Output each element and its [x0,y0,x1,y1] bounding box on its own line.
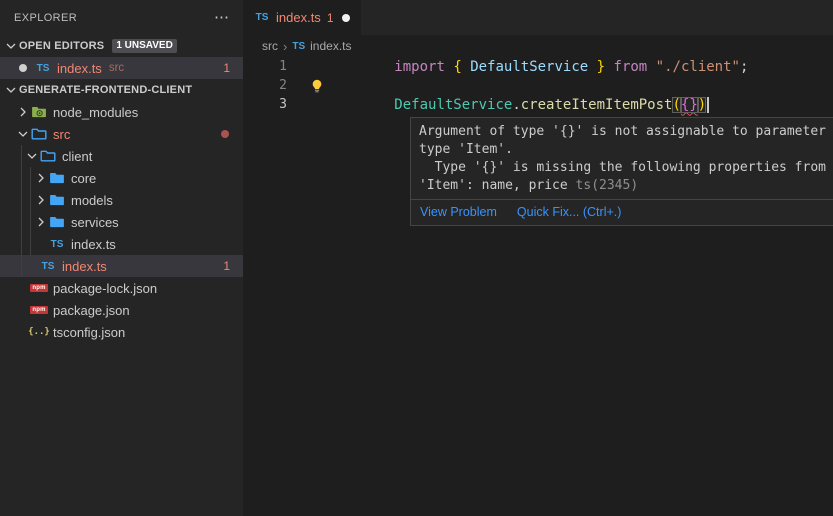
chevron-right-icon [33,192,49,208]
tab-bar: TS index.ts 1 [243,0,833,35]
chevron-down-icon [15,126,31,142]
explorer-title: EXPLORER [14,12,77,24]
open-editor-path: src [109,62,124,74]
error-message: Argument of type '{}' is not assignable … [411,118,833,199]
tree-item-node-modules[interactable]: node_modules [0,101,243,123]
tree-item-client[interactable]: client [0,145,243,167]
unsaved-dot-icon[interactable] [342,14,350,22]
tree-item-label: src [53,127,70,142]
workspace-section-header[interactable]: GENERATE-FRONTEND-CLIENT [0,79,243,101]
code-line-1: 1 import { DefaultService } from "./clie… [243,57,833,76]
modified-dot-icon[interactable] [19,64,27,72]
tree-item-label: node_modules [53,105,138,120]
tab-index-ts[interactable]: TS index.ts 1 [243,0,361,35]
error-code: ts(2345) [576,178,639,193]
tree-item-package-json[interactable]: npm package.json [0,299,243,321]
line-number: 1 [243,59,287,74]
tree-item-label: client [62,149,92,164]
open-editors-header[interactable]: OPEN EDITORS 1 UNSAVED [0,35,243,57]
text-cursor [707,97,709,113]
chevron-right-icon [33,214,49,230]
folder-icon [49,214,65,230]
tree-item-label: package-lock.json [53,281,157,296]
folder-open-icon [40,148,56,164]
quick-fix-link[interactable]: Quick Fix... (Ctrl+.) [517,205,622,219]
file-tree: node_modules src client [0,101,243,343]
folder-icon [49,170,65,186]
typescript-file-icon: TS [40,258,56,274]
tree-item-index-ts-src[interactable]: TS index.ts 1 [0,255,243,277]
npm-file-icon: npm [31,302,47,318]
node-modules-folder-icon [31,104,47,120]
typescript-file-icon: TS [35,63,51,74]
code-line-3: 3 DefaultService.createItemItemPost({}) [243,95,833,114]
error-tooltip: Argument of type '{}' is not assignable … [410,117,833,226]
sidebar-header: EXPLORER ⋯ [0,0,243,35]
json-file-icon: {..} [31,324,47,340]
typescript-file-icon: TS [49,236,65,252]
tooltip-actions: View Problem Quick Fix... (Ctrl+.) [411,199,833,225]
tree-item-models[interactable]: models [0,189,243,211]
indent-guide [30,167,31,255]
chevron-right-icon [15,104,31,120]
line-number-active: 3 [243,97,287,112]
chevron-down-icon [3,82,19,98]
line-number: 2 [243,78,287,93]
unsaved-badge: 1 UNSAVED [112,39,177,53]
breadcrumb-separator-icon: › [283,39,287,54]
view-problem-link[interactable]: View Problem [420,205,497,219]
typescript-file-icon: TS [292,41,305,52]
tree-item-label: index.ts [62,259,107,274]
error-count-badge: 1 [223,259,230,273]
tab-label: index.ts [276,10,321,25]
tree-item-label: tsconfig.json [53,325,125,340]
error-count-badge: 1 [223,61,230,75]
indent-guide [21,145,22,277]
more-actions-icon[interactable]: ⋯ [214,10,229,25]
folder-error-dot [221,130,229,138]
tree-item-services[interactable]: services [0,211,243,233]
folder-icon [49,192,65,208]
workspace-name: GENERATE-FRONTEND-CLIENT [19,84,192,96]
tree-item-tsconfig-json[interactable]: {..} tsconfig.json [0,321,243,343]
tree-item-core[interactable]: core [0,167,243,189]
open-editor-item-index-ts[interactable]: TS index.ts src 1 [0,57,243,79]
error-squiggle: {} [681,97,698,113]
editor-area: TS index.ts 1 src › TS index.ts 1 import… [243,0,833,516]
tree-item-index-ts-client[interactable]: TS index.ts [0,233,243,255]
vscode-window: EXPLORER ⋯ OPEN EDITORS 1 UNSAVED TS ind… [0,0,833,516]
tab-error-count: 1 [327,11,334,25]
open-editor-filename: index.ts [57,61,102,76]
tree-item-label: core [71,171,96,186]
typescript-file-icon: TS [254,12,270,23]
code-editor[interactable]: 1 import { DefaultService } from "./clie… [243,57,833,114]
tree-item-label: index.ts [71,237,116,252]
tree-item-label: models [71,193,113,208]
explorer-sidebar: EXPLORER ⋯ OPEN EDITORS 1 UNSAVED TS ind… [0,0,243,516]
breadcrumb-folder[interactable]: src [262,39,278,53]
tree-item-src[interactable]: src [0,123,243,145]
tree-item-label: services [71,215,119,230]
tree-item-label: package.json [53,303,130,318]
chevron-down-icon [24,148,40,164]
chevron-down-icon [3,38,19,54]
open-editors-label: OPEN EDITORS [19,40,104,52]
npm-file-icon: npm [31,280,47,296]
folder-open-icon [31,126,47,142]
tree-item-package-lock-json[interactable]: npm package-lock.json [0,277,243,299]
chevron-right-icon [33,170,49,186]
